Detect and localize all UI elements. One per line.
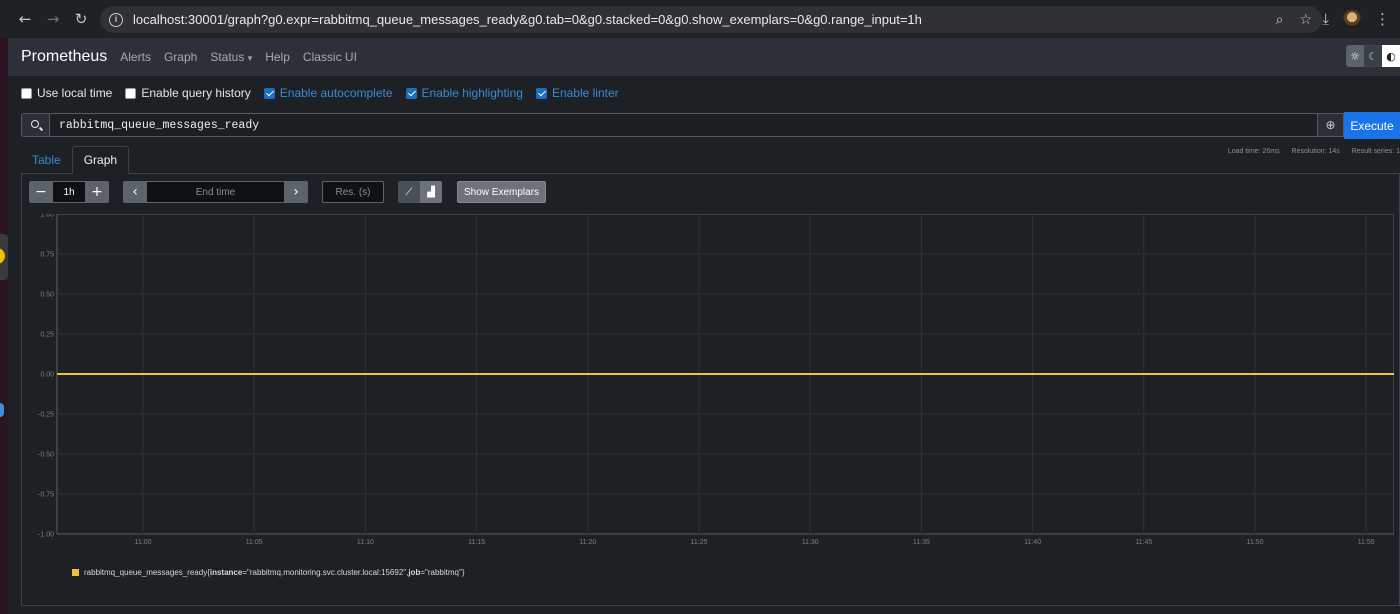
query-history-label: Enable query history [141,86,251,100]
legend-metric: rabbitmq_queue_messages_ready [84,568,208,577]
reload-icon[interactable]: ↻ [68,6,94,32]
options-row: Use local time Enable query history Enab… [21,86,632,100]
y-tick-label: 0.50 [40,292,54,299]
site-info-icon[interactable]: i [109,12,123,27]
graph-controls: − 1h + ‹ End time › Res. (s) ⟋ ▟ Show Ex… [29,181,547,203]
x-tick-label: 11:45 [1135,539,1152,546]
top-navbar: Prometheus Alerts Graph Status ▾ Help Cl… [8,38,1400,76]
brand-logo[interactable]: Prometheus [21,48,107,66]
result-series: Result series: 1 [1351,148,1400,155]
resolution: Resolution: 14s [1291,148,1340,155]
resolution-input[interactable]: Res. (s) [322,181,384,203]
autocomplete-checkbox[interactable] [263,87,275,99]
theme-toggle: ☼ ☾ ◐ [1346,45,1400,67]
legend-instance-key: instance [209,568,243,577]
sun-icon[interactable]: ☼ [1346,45,1364,67]
y-tick-label: 0.75 [40,252,54,259]
bookmark-star-icon[interactable]: ☆ [1299,12,1312,28]
highlighting-checkbox[interactable] [405,87,417,99]
nav-classic-ui[interactable]: Classic UI [303,50,357,64]
nav-alerts[interactable]: Alerts [120,50,151,64]
x-tick-label: 11:00 [135,539,152,546]
prev-time-button[interactable]: ‹ [123,181,147,203]
range-input[interactable]: 1h [53,181,85,203]
autocomplete-option[interactable]: Enable autocomplete [263,86,393,100]
dock-app-icon[interactable] [0,234,8,280]
use-local-time-label: Use local time [37,86,113,100]
use-local-time-option[interactable]: Use local time [21,86,112,100]
query-history-option[interactable]: Enable query history [125,86,251,100]
nav-status-label: Status [210,50,245,64]
profile-avatar-icon[interactable] [1343,10,1361,28]
address-bar[interactable]: i localhost:30001/graph?g0.expr=rabbitmq… [100,6,1322,33]
y-tick-label: -0.50 [38,452,54,459]
moon-icon[interactable]: ☾ [1364,45,1382,67]
increase-range-button[interactable]: + [85,181,109,203]
forward-arrow-icon[interactable]: → [40,6,66,32]
decrease-range-button[interactable]: − [29,181,53,203]
line-chart-icon[interactable]: ⟋ [398,181,420,203]
linter-label: Enable linter [551,86,619,100]
execute-button[interactable]: Execute [1344,112,1400,139]
x-tick-label: 11:30 [802,539,819,546]
load-time: Load time: 26ms [1227,148,1280,155]
expression-input[interactable]: rabbitmq_queue_messages_ready [49,113,1318,137]
os-dock [0,38,8,614]
contrast-icon[interactable]: ◐ [1382,45,1400,67]
x-tick-label: 11:35 [913,539,930,546]
x-tick-label: 11:10 [357,539,374,546]
tab-graph[interactable]: Graph [71,146,130,174]
y-tick-label: -1.00 [38,532,54,539]
address-url[interactable]: localhost:30001/graph?g0.expr=rabbitmq_q… [133,12,922,27]
dock-app-indicator [0,403,4,417]
x-tick-label: 11:25 [691,539,708,546]
prometheus-app: Prometheus Alerts Graph Status ▾ Help Cl… [8,38,1400,614]
linter-option[interactable]: Enable linter [535,86,619,100]
x-tick-label: 11:55 [1358,539,1375,546]
chevron-down-icon: ▾ [247,53,253,63]
search-icon [21,113,49,137]
query-bar: rabbitmq_queue_messages_ready ⊕ Execute [21,112,1400,139]
x-tick-label: 11:20 [579,539,596,546]
nav-status[interactable]: Status ▾ [210,50,252,64]
legend-close: } [461,568,465,577]
y-tick-label: 1.00 [40,214,54,219]
legend-job-key: job [408,568,421,577]
graph-panel: − 1h + ‹ End time › Res. (s) ⟋ ▟ Show Ex… [21,174,1400,606]
browser-toolbar: ← → ↻ i localhost:30001/graph?g0.expr=ra… [0,0,1400,38]
legend-instance-val: ="rabbitmq.monitoring.svc.cluster.local:… [242,568,409,577]
back-arrow-icon[interactable]: ← [12,6,38,32]
query-history-checkbox[interactable] [125,87,137,99]
stacked-chart-icon[interactable]: ▟ [420,181,442,203]
more-menu-icon[interactable]: ⋮ [1375,10,1390,28]
download-icon[interactable]: ⤓ [1322,10,1329,28]
y-tick-label: -0.75 [38,492,54,499]
legend: rabbitmq_queue_messages_ready{instance ="… [72,568,464,577]
zoom-icon[interactable]: ⌕ [1276,12,1284,28]
y-tick-label: 0.00 [40,372,54,379]
metrics-explorer-icon[interactable]: ⊕ [1318,113,1344,137]
end-time-input[interactable]: End time [147,181,284,203]
autocomplete-label: Enable autocomplete [279,86,393,100]
y-tick-label: 0.25 [40,332,54,339]
nav-help[interactable]: Help [265,50,290,64]
x-tick-label: 11:15 [468,539,485,546]
query-stats: Load time: 26ms Resolution: 14s Result s… [1218,148,1400,155]
highlighting-option[interactable]: Enable highlighting [405,86,523,100]
x-tick-label: 11:05 [246,539,263,546]
next-time-button[interactable]: › [284,181,308,203]
legend-job-val: ="rabbitmq" [420,568,462,577]
x-tick-label: 11:50 [1247,539,1264,546]
show-exemplars-button[interactable]: Show Exemplars [457,181,547,203]
y-tick-label: -0.25 [38,412,54,419]
tab-table[interactable]: Table [21,146,72,174]
use-local-time-checkbox[interactable] [21,87,32,99]
highlighting-label: Enable highlighting [421,86,523,100]
legend-swatch [72,569,79,576]
linter-checkbox[interactable] [535,87,547,99]
panel-tabs: Table Graph [21,146,1400,174]
x-tick-label: 11:40 [1024,539,1041,546]
graph-canvas[interactable]: 1.00 0.75 0.50 0.25 0.00 -0.25 -0.50 -0.75 -1.00… [29,214,1394,554]
nav-graph[interactable]: Graph [164,50,197,64]
